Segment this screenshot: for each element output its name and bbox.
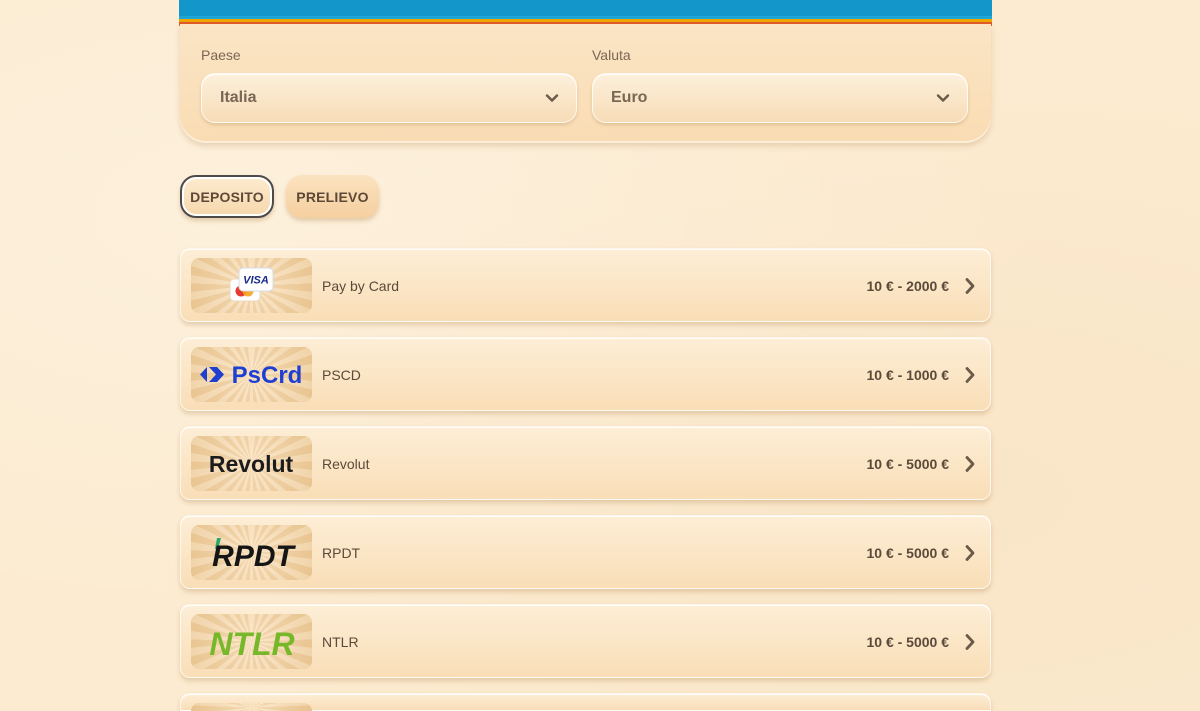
payments-page: Paese Italia Valuta Euro DEPOSITO PRELIE…: [0, 0, 1200, 711]
payment-method-revolut[interactable]: Revolut Revolut 10 € - 5000 €: [180, 426, 991, 500]
chevron-down-icon: [936, 94, 950, 102]
method-range: 10 € - 5000 €: [866, 634, 949, 650]
svg-text:VISA: VISA: [243, 275, 269, 287]
revolut-logo: Revolut: [191, 436, 312, 491]
country-label: Paese: [201, 47, 241, 63]
method-range: 10 € - 5000 €: [866, 456, 949, 472]
currency-select[interactable]: Euro: [592, 73, 968, 123]
visa-mastercard-logo: VISA: [191, 258, 312, 313]
top-banner: [179, 0, 992, 26]
partial-logo: [191, 703, 312, 711]
payment-method-partial[interactable]: [180, 693, 991, 711]
method-name: Revolut: [322, 456, 370, 472]
ntlr-logo: NTLR: [191, 614, 312, 669]
payment-method-pscd[interactable]: PsCrd PSCD 10 € - 1000 €: [180, 337, 991, 411]
tab-deposito[interactable]: DEPOSITO: [180, 175, 274, 218]
payment-method-pay-by-card[interactable]: VISA Pay by Card 10 € - 2000 €: [180, 248, 991, 322]
payment-method-rpdt[interactable]: RPDT RPDT 10 € - 5000 €: [180, 515, 991, 589]
ntlr-logo-text: NTLR: [209, 626, 294, 662]
pscrd-logo-text: PsCrd: [232, 362, 303, 389]
method-name: RPDT: [322, 545, 361, 561]
method-name: NTLR: [322, 634, 359, 650]
chevron-right-icon: [965, 367, 975, 383]
method-range: 10 € - 1000 €: [866, 367, 949, 383]
method-name: PSCD: [322, 367, 361, 383]
currency-select-value: Euro: [611, 89, 648, 106]
chevron-down-icon: [545, 94, 559, 102]
payment-method-ntlr[interactable]: NTLR NTLR 10 € - 5000 €: [180, 604, 991, 678]
currency-label: Valuta: [592, 47, 631, 63]
chevron-right-icon: [965, 545, 975, 561]
country-select-value: Italia: [220, 89, 257, 106]
pscrd-logo: PsCrd: [191, 347, 312, 402]
method-range: 10 € - 2000 €: [866, 278, 949, 294]
revolut-logo-text: Revolut: [209, 451, 294, 477]
method-range: 10 € - 5000 €: [866, 545, 949, 561]
chevron-right-icon: [965, 634, 975, 650]
tab-prelievo[interactable]: PRELIEVO: [286, 175, 379, 218]
rpdt-logo-text: RPDT: [212, 540, 296, 573]
method-name: Pay by Card: [322, 278, 400, 294]
filters-panel: Paese Italia Valuta Euro: [180, 24, 991, 143]
rpdt-logo: RPDT: [191, 525, 312, 580]
chevron-right-icon: [965, 278, 975, 294]
country-select[interactable]: Italia: [201, 73, 577, 123]
chevron-right-icon: [965, 456, 975, 472]
